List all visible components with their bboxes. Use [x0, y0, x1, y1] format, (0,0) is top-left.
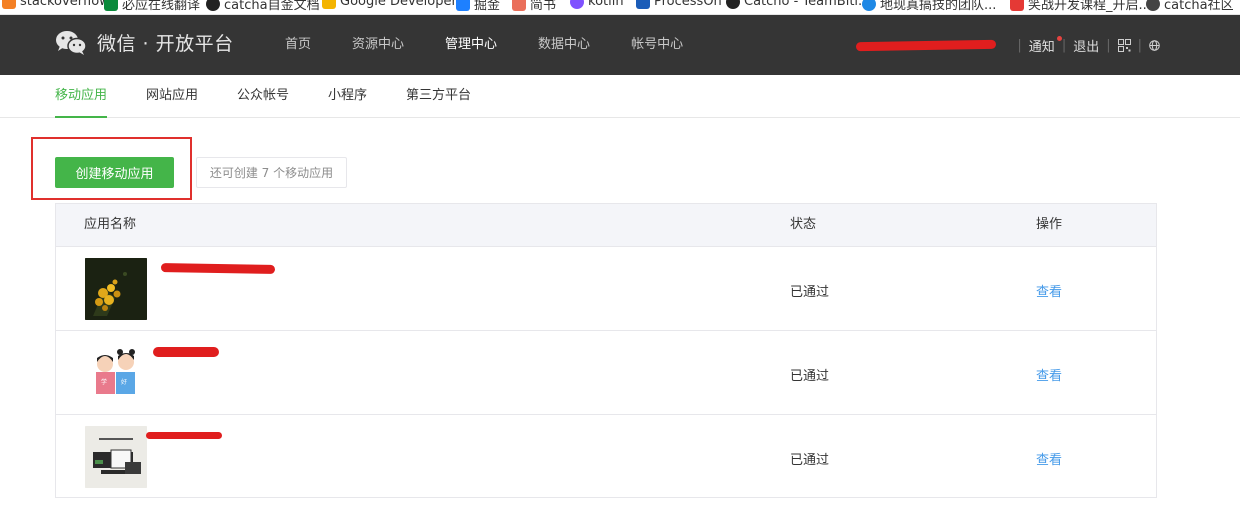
bookmark-item[interactable]: Google Developers	[322, 0, 464, 9]
tab-mini-programs[interactable]: 小程序	[328, 75, 367, 117]
bookmark-icon	[322, 0, 336, 9]
bookmark-item[interactable]: stackoverflow	[2, 0, 110, 9]
nav-home[interactable]: 首页	[285, 15, 311, 75]
app-table: 应用名称 状态 操作 已通过 查看 学 好 已通过 查看 已通过 查看	[55, 203, 1157, 498]
bookmark-item[interactable]: kotlin	[570, 0, 624, 9]
divider: |	[1061, 37, 1067, 53]
app-icon-kids-reading: 学 好	[85, 342, 147, 404]
view-link[interactable]: 查看	[1036, 365, 1062, 384]
column-status: 状态	[790, 217, 817, 232]
bookmark-icon	[1010, 0, 1024, 11]
status-approved: 已通过	[790, 453, 830, 468]
svg-text:学: 学	[101, 378, 107, 386]
brand-logo[interactable]: 微信 · 开放平台	[55, 29, 234, 56]
bookmark-item[interactable]: catcha社区	[1146, 0, 1234, 13]
brand-title: 微信 · 开放平台	[97, 33, 234, 55]
create-mobile-app-button[interactable]: 创建移动应用	[55, 157, 174, 188]
header-tools: | 通知 | 退出 | |	[856, 15, 1160, 75]
bookmarks-bar: stackoverflow 必应在线翻译 catcha自金文档 Google D…	[0, 0, 1240, 15]
app-icon-flowers	[85, 258, 147, 320]
globe-icon[interactable]	[1149, 39, 1160, 51]
notice-dot	[1056, 35, 1062, 41]
account-email-redacted[interactable]	[856, 39, 997, 51]
column-action: 操作	[1036, 217, 1063, 232]
status-approved: 已通过	[790, 285, 830, 300]
divider: |	[1017, 37, 1022, 53]
view-link[interactable]: 查看	[1036, 449, 1062, 468]
table-header: 应用名称 状态 操作	[56, 204, 1156, 246]
divider: |	[1137, 37, 1142, 53]
notice-link[interactable]: 通知	[1029, 35, 1062, 55]
column-app-name: 应用名称	[84, 217, 137, 232]
logout-link[interactable]: 退出	[1073, 36, 1099, 55]
tab-official-accounts[interactable]: 公众帐号	[237, 75, 289, 117]
app-name-redacted	[146, 432, 222, 439]
status-approved: 已通过	[790, 369, 830, 384]
nav-management[interactable]: 管理中心	[445, 15, 497, 75]
tab-third-party[interactable]: 第三方平台	[406, 75, 471, 117]
nav-account[interactable]: 帐号中心	[631, 15, 683, 75]
divider: |	[1106, 37, 1111, 53]
tab-mobile-apps[interactable]: 移动应用	[55, 75, 108, 118]
bookmark-icon	[862, 0, 876, 11]
view-link[interactable]: 查看	[1036, 281, 1062, 300]
bookmark-icon	[570, 0, 584, 9]
app-icon-flashcards	[85, 426, 147, 488]
bookmark-item[interactable]: 笑战开发课程_开启...	[1010, 0, 1151, 13]
top-header: 微信 · 开放平台 首页 资源中心 管理中心 数据中心 帐号中心 | 通知 | …	[0, 15, 1240, 75]
bookmark-icon	[456, 0, 470, 11]
bookmark-icon	[2, 0, 16, 9]
table-row: 已通过 查看	[56, 414, 1156, 498]
bookmark-icon	[206, 0, 220, 11]
bookmark-icon	[512, 0, 526, 11]
table-row: 学 好 已通过 查看	[56, 330, 1156, 414]
bookmark-item[interactable]: 必应在线翻译	[104, 0, 200, 13]
bookmark-item[interactable]: Catcho - TeamBiti...	[726, 0, 870, 9]
table-row: 已通过 查看	[56, 246, 1156, 330]
bookmark-item[interactable]: ProcessOn	[636, 0, 722, 9]
bookmark-item[interactable]: 掘金	[456, 0, 500, 13]
bookmark-icon	[1146, 0, 1160, 11]
svg-text:好: 好	[121, 378, 127, 386]
nav-resources[interactable]: 资源中心	[352, 15, 404, 75]
app-name-redacted	[160, 263, 276, 274]
bookmark-item[interactable]: 简书	[512, 0, 556, 13]
quota-hint: 还可创建 7 个移动应用	[196, 157, 347, 188]
wechat-logo-icon	[56, 30, 87, 55]
bookmark-icon	[104, 0, 118, 11]
bookmark-item[interactable]: catcha自金文档	[206, 0, 320, 13]
bookmark-icon	[726, 0, 740, 9]
app-name-redacted	[153, 347, 219, 357]
bookmark-item[interactable]: 地现真搞技的团队...	[862, 0, 996, 13]
tab-website-apps[interactable]: 网站应用	[146, 75, 198, 117]
main-nav: 首页 资源中心 管理中心 数据中心 帐号中心	[285, 15, 724, 75]
nav-data[interactable]: 数据中心	[538, 15, 590, 75]
bookmark-icon	[636, 0, 650, 9]
sub-tabs: 移动应用 网站应用 公众帐号 小程序 第三方平台	[0, 75, 1240, 118]
qrcode-icon[interactable]	[1117, 38, 1131, 52]
